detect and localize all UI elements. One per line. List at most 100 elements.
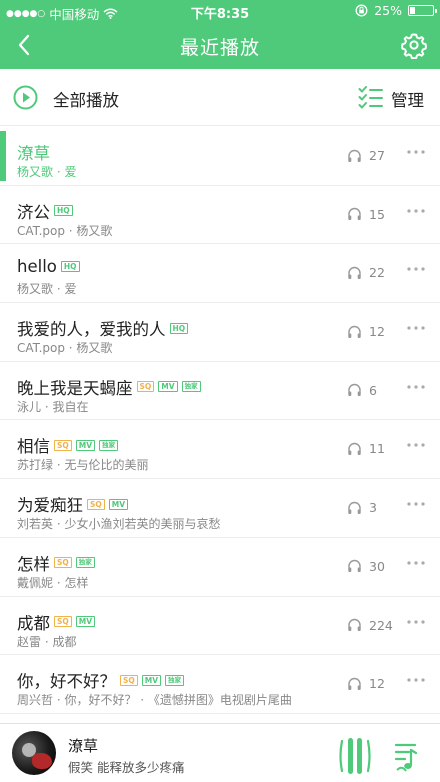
more-options-icon[interactable] bbox=[406, 325, 426, 331]
song-row[interactable]: 你，好不好？ SQ MV 独家 周兴哲 · 你，好不好？ · 《遗憾拼图》电视剧片尾曲 1… bbox=[0, 655, 440, 714]
song-artist-album: 周兴哲 · 你，好不好？ · 《遗憾拼图》电视剧片尾曲 bbox=[17, 693, 292, 708]
song-title-line: 济公 HQ bbox=[17, 199, 73, 223]
song-row[interactable]: 为爱痴狂 SQ MV 刘若英 · 少女小渔刘若英的美丽与哀愁 3 bbox=[0, 479, 440, 538]
song-artist-album: CAT.pop · 杨又歌 bbox=[17, 341, 113, 356]
song-title-line: 怎样 SQ 独家 bbox=[17, 551, 95, 575]
song-artist-album: 苏打绿 · 无与伦比的美丽 bbox=[17, 458, 149, 473]
headphones-icon bbox=[348, 325, 361, 338]
song-artist-album: 赵雷 · 成都 bbox=[17, 634, 77, 649]
song-row[interactable]: 潦草杨又歌 · 爱 27 bbox=[0, 127, 440, 186]
headphones-icon bbox=[348, 266, 361, 279]
page-title: 最近播放 bbox=[179, 37, 260, 59]
play-count-value: 22 bbox=[369, 265, 385, 281]
song-title: hello bbox=[17, 257, 57, 277]
play-circle-icon[interactable] bbox=[13, 85, 38, 110]
play-count-value: 224 bbox=[369, 617, 393, 633]
manage-button[interactable]: 管理 bbox=[391, 87, 424, 111]
quality-badge: MV bbox=[75, 439, 96, 451]
gear-icon[interactable] bbox=[400, 31, 428, 59]
song-title: 为爱痴狂 bbox=[17, 496, 83, 516]
play-count-value: 3 bbox=[369, 500, 377, 516]
song-title: 潦草 bbox=[17, 144, 50, 163]
song-row[interactable]: hello HQ 杨又歌 · 爱 22 bbox=[0, 244, 440, 304]
quality-badge: HQ bbox=[60, 261, 80, 273]
quality-badge: 独家 bbox=[165, 674, 185, 686]
song-title: 晚上我是天蝎座 bbox=[17, 378, 133, 398]
more-options-icon[interactable] bbox=[406, 384, 426, 390]
quality-badge: SQ bbox=[54, 439, 72, 451]
song-artist-album: 杨又歌 · 爱 bbox=[17, 165, 77, 179]
song-title-line: 成都 SQ MV bbox=[17, 610, 96, 634]
play-count-value: 6 bbox=[369, 382, 377, 398]
song-title-line: 相信 SQ MV 独家 bbox=[17, 433, 119, 457]
song-title-line: 为爱痴狂 SQ MV bbox=[17, 492, 129, 516]
more-options-icon[interactable] bbox=[406, 677, 426, 683]
song-row[interactable]: 成都 SQ MV 赵雷 · 成都 224 bbox=[0, 597, 440, 656]
more-options-icon[interactable] bbox=[406, 619, 426, 625]
song-title: 成都 bbox=[17, 613, 50, 633]
quality-badge: HQ bbox=[169, 322, 189, 334]
quality-badge: MV bbox=[108, 498, 129, 510]
song-row[interactable]: 济公 HQ CAT.pop · 杨又歌 15 bbox=[0, 186, 440, 245]
rotation-lock-icon bbox=[355, 4, 368, 17]
song-row[interactable]: 相信 SQ MV 独家苏打绿 · 无与伦比的美丽 11 bbox=[0, 420, 440, 480]
play-count: 3 bbox=[347, 500, 377, 515]
song-artist-album: 泳儿 · 我自在 bbox=[17, 399, 89, 414]
play-count-value: 27 bbox=[369, 148, 385, 163]
headphones-icon bbox=[348, 618, 361, 631]
nav-header: 最近播放 bbox=[0, 22, 440, 69]
song-title-line: 潦草 bbox=[17, 140, 50, 164]
song-title: 相信 bbox=[17, 437, 50, 457]
song-title: 济公 bbox=[17, 202, 50, 222]
song-row[interactable]: 晚上我是天蝎座 SQ MV 独家 泳儿 · 我自在 6 bbox=[0, 362, 440, 421]
headphones-icon bbox=[348, 208, 361, 221]
song-title-line: 你，好不好？ SQ MV 独家 bbox=[17, 668, 185, 692]
song-artist-album: 杨又歌 · 爱 bbox=[17, 282, 77, 297]
headphones-icon bbox=[348, 677, 361, 690]
pause-icon[interactable] bbox=[336, 733, 374, 779]
play-count: 12 bbox=[347, 324, 385, 339]
quality-badge: SQ bbox=[54, 616, 72, 627]
headphones-icon bbox=[348, 560, 361, 573]
headphones-icon bbox=[348, 501, 361, 514]
headphones-icon bbox=[348, 149, 361, 162]
play-count: 224 bbox=[347, 618, 393, 633]
play-count: 30 bbox=[347, 559, 385, 574]
play-all-button[interactable]: 全部播放 bbox=[53, 87, 119, 111]
quality-badge: SQ bbox=[136, 381, 155, 393]
song-row[interactable]: 我爱的人，爱我的人 HQ CAT.pop · 杨又歌 12 bbox=[0, 303, 440, 362]
quality-badge: 独家 bbox=[181, 381, 201, 393]
battery-icon bbox=[408, 5, 437, 16]
now-playing-lyric: 假笑 能释放多少疼痛 bbox=[68, 760, 185, 775]
more-options-icon[interactable] bbox=[406, 266, 426, 272]
more-options-icon[interactable] bbox=[406, 208, 426, 214]
song-title: 怎样 bbox=[17, 554, 50, 574]
song-row[interactable]: 怎样 SQ 独家 戴佩妮 · 怎样 30 bbox=[0, 538, 440, 597]
song-title-line: hello HQ bbox=[17, 257, 80, 276]
more-options-icon[interactable] bbox=[406, 149, 426, 155]
now-playing-title: 潦草 bbox=[68, 737, 99, 755]
more-options-icon[interactable] bbox=[406, 501, 426, 507]
song-title: 你，好不好？ bbox=[17, 672, 116, 692]
play-count-value: 15 bbox=[369, 206, 385, 222]
more-options-icon[interactable] bbox=[406, 560, 426, 566]
song-artist-album: 戴佩妮 · 怎样 bbox=[17, 575, 89, 590]
more-options-icon[interactable] bbox=[406, 442, 426, 448]
play-all-bar: 全部播放 管理 bbox=[0, 69, 440, 126]
play-count: 6 bbox=[347, 383, 377, 398]
play-count: 11 bbox=[347, 441, 385, 456]
play-count-value: 30 bbox=[369, 558, 385, 574]
top-bar: ●●●●○ 中国移动 下午8:35 25% 最近播放 bbox=[0, 0, 440, 69]
quality-badge: 独家 bbox=[99, 439, 119, 451]
mini-player[interactable]: 潦草 假笑 能释放多少疼痛 bbox=[0, 723, 440, 782]
play-count: 22 bbox=[347, 265, 385, 280]
song-artist-album: 刘若英 · 少女小渔刘若英的美丽与哀愁 bbox=[17, 517, 221, 532]
play-count: 12 bbox=[347, 676, 385, 691]
playlist-icon[interactable] bbox=[393, 741, 419, 773]
album-art[interactable] bbox=[12, 731, 56, 775]
play-count-value: 12 bbox=[369, 324, 385, 340]
play-count-value: 11 bbox=[369, 441, 385, 457]
checklist-icon[interactable] bbox=[358, 86, 383, 109]
quality-badge: SQ bbox=[87, 498, 105, 510]
song-list: 潦草 杨又歌 · 爱 27 济公 HQ CAT.pop · 杨又歌 15 hello HQ 杨又歌… bbox=[0, 127, 440, 714]
